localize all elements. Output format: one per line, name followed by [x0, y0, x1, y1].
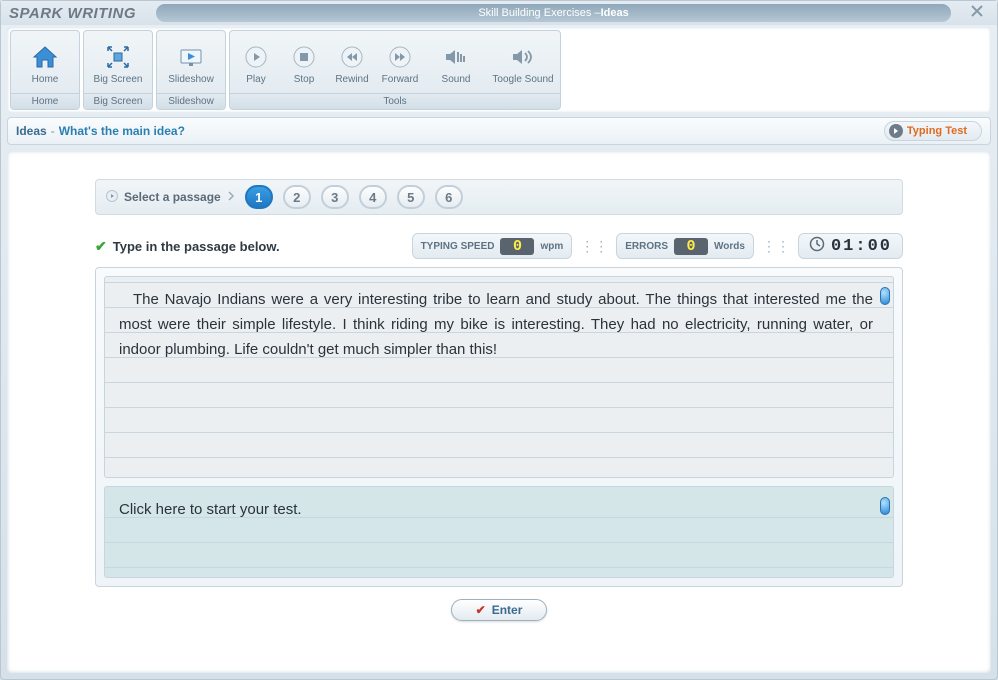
panels-container: The Navajo Indians were a very interesti…: [95, 267, 903, 587]
instruction-row: ✔ Type in the passage below. TYPING SPEE…: [95, 233, 903, 259]
typing-input[interactable]: Click here to start your test.: [104, 486, 894, 578]
timer-value: 01:00: [831, 237, 892, 256]
clock-icon: [809, 236, 825, 257]
breadcrumb-section: Ideas: [16, 124, 47, 138]
toolbar: Home Home Big Screen Big Screen: [10, 30, 988, 110]
passage-text: The Navajo Indians were a very interesti…: [119, 291, 873, 358]
typing-speed-box: TYPING SPEED 0 wpm: [412, 233, 573, 259]
toolbar-container: Home Home Big Screen Big Screen: [7, 27, 991, 113]
home-label: Home: [32, 74, 59, 85]
main-content: Select a passage 1 2 3 4 5 6 ✔ Type in t…: [7, 151, 991, 673]
passage-num-5[interactable]: 5: [397, 185, 425, 209]
app-title: SPARK WRITING: [9, 5, 136, 22]
fullscreen-icon: [104, 43, 132, 71]
group-label-tools: Tools: [230, 93, 560, 109]
check-icon: ✔: [95, 238, 107, 255]
errors-label: ERRORS: [625, 241, 668, 252]
toggle-sound-icon: [509, 43, 537, 71]
enter-check-icon: ✔: [476, 603, 486, 617]
rewind-button[interactable]: Rewind: [328, 35, 376, 93]
title-subtitle-prefix: Skill Building Exercises –: [478, 7, 600, 19]
passage-num-4[interactable]: 4: [359, 185, 387, 209]
chevron-right-icon: [227, 190, 235, 204]
passage-num-1[interactable]: 1: [245, 185, 273, 209]
tool-group-bigscreen: Big Screen Big Screen: [83, 30, 153, 110]
sound-icon: [442, 43, 470, 71]
errors-unit: Words: [714, 241, 745, 252]
sound-label: Sound: [442, 74, 471, 85]
title-subtitle: Skill Building Exercises – Ideas: [156, 4, 951, 22]
typing-test-link[interactable]: Typing Test: [884, 121, 982, 141]
breadcrumb: Ideas - What's the main idea? Typing Tes…: [7, 117, 991, 145]
play-arrow-icon: [106, 190, 118, 205]
enter-label: Enter: [492, 603, 523, 617]
tool-group-slideshow: Slideshow Slideshow: [156, 30, 226, 110]
tool-group-home: Home Home: [10, 30, 80, 110]
breadcrumb-question: What's the main idea?: [59, 124, 185, 138]
toggle-sound-label: Toogle Sound: [492, 74, 553, 85]
passage-num-2[interactable]: 2: [283, 185, 311, 209]
typing-test-label: Typing Test: [907, 125, 967, 137]
errors-box: ERRORS 0 Words: [616, 233, 754, 259]
slideshow-label: Slideshow: [168, 74, 214, 85]
app-window: SPARK WRITING Skill Building Exercises –…: [0, 0, 998, 680]
forward-label: Forward: [382, 74, 419, 85]
passage-num-6[interactable]: 6: [435, 185, 463, 209]
selector-label: Select a passage: [124, 190, 221, 204]
slideshow-icon: [177, 43, 205, 71]
errors-value: 0: [674, 238, 708, 255]
speed-value: 0: [500, 238, 534, 255]
slideshow-button[interactable]: Slideshow: [159, 35, 223, 93]
group-label-home: Home: [11, 93, 79, 109]
selector-label-wrap: Select a passage: [106, 190, 235, 205]
passage-num-3[interactable]: 3: [321, 185, 349, 209]
enter-row: ✔ Enter: [95, 599, 903, 621]
passage-selector: Select a passage 1 2 3 4 5 6: [95, 179, 903, 215]
group-label-bigscreen: Big Screen: [84, 93, 152, 109]
typing-placeholder: Click here to start your test.: [119, 501, 302, 518]
scroll-handle-typing[interactable]: [880, 497, 890, 515]
group-label-slideshow: Slideshow: [157, 93, 225, 109]
rewind-label: Rewind: [335, 74, 368, 85]
link-icon: ⋮⋮: [580, 238, 608, 255]
toggle-sound-button[interactable]: Toogle Sound: [488, 35, 558, 93]
title-subtitle-topic: Ideas: [601, 7, 629, 19]
stop-button[interactable]: Stop: [280, 35, 328, 93]
scroll-handle-passage[interactable]: [880, 287, 890, 305]
speed-label: TYPING SPEED: [421, 241, 495, 252]
play-button[interactable]: Play: [232, 35, 280, 93]
speed-unit: wpm: [540, 241, 563, 252]
breadcrumb-separator: -: [51, 124, 55, 138]
instruction-text: Type in the passage below.: [113, 239, 280, 254]
enter-button[interactable]: ✔ Enter: [451, 599, 548, 621]
arrow-right-icon: [889, 124, 903, 138]
home-button[interactable]: Home: [13, 35, 77, 93]
play-icon: [242, 43, 270, 71]
instruction: ✔ Type in the passage below.: [95, 238, 280, 255]
passage-panel: The Navajo Indians were a very interesti…: [104, 276, 894, 478]
forward-icon: [386, 43, 414, 71]
rewind-icon: [338, 43, 366, 71]
timer-box: 01:00: [798, 233, 903, 259]
big-screen-button[interactable]: Big Screen: [86, 35, 150, 93]
stop-label: Stop: [294, 74, 315, 85]
stop-icon: [290, 43, 318, 71]
forward-button[interactable]: Forward: [376, 35, 424, 93]
play-label: Play: [246, 74, 265, 85]
link-icon-2: ⋮⋮: [762, 238, 790, 255]
title-bar: SPARK WRITING Skill Building Exercises –…: [1, 1, 997, 25]
stats-cluster: TYPING SPEED 0 wpm ⋮⋮ ERRORS 0 Words ⋮⋮ …: [412, 233, 903, 259]
close-icon[interactable]: [965, 3, 989, 24]
big-screen-label: Big Screen: [94, 74, 143, 85]
sound-button[interactable]: Sound: [424, 35, 488, 93]
home-icon: [31, 43, 59, 71]
tool-group-tools: Play Stop Rewind: [229, 30, 561, 110]
